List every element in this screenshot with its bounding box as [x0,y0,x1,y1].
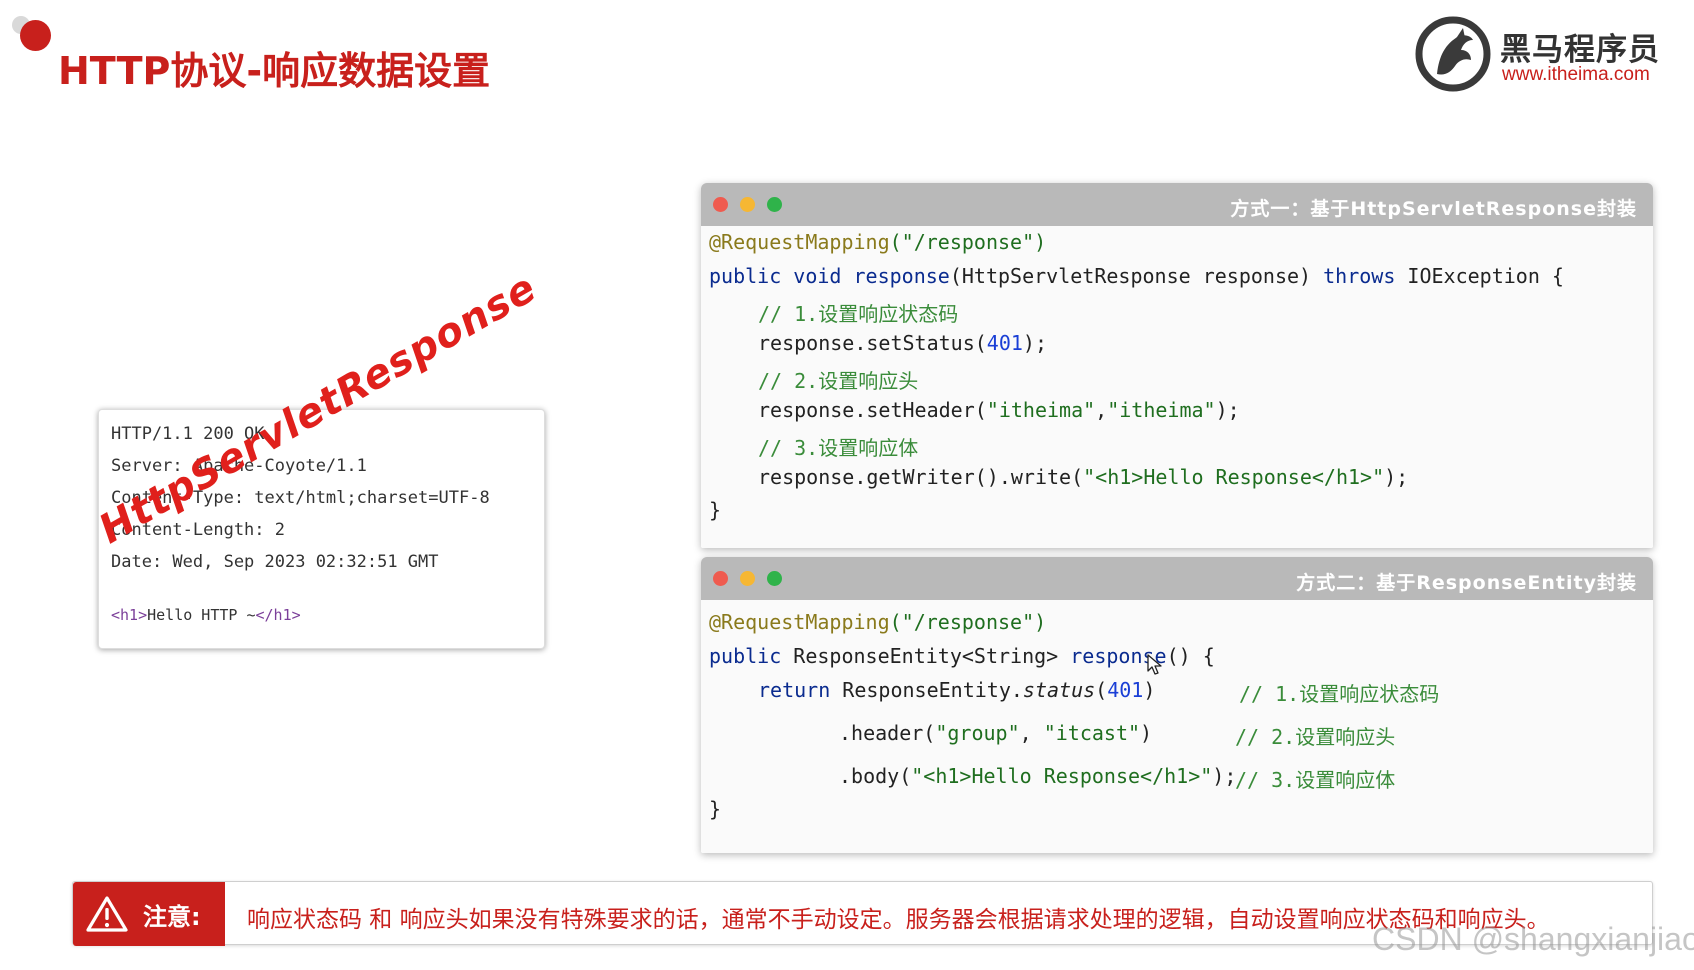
notice-label-box: 注意: [73,882,225,946]
keyword-public: public [709,264,782,288]
http-header-date: Date: Wed, Sep 2023 02:32:51 GMT [111,552,439,572]
method-one-title: 方式一：基于HttpServletResponse封装 [1230,198,1637,220]
code-line-write: response.getWriter().write("<h1>Hello Re… [758,465,1408,489]
http-body-text: Hello HTTP ~ [147,606,256,624]
set-status-call: response.setStatus( [758,331,987,355]
header-end: ) [1140,721,1153,745]
code-panel-titlebar: 方式二：基于ResponseEntity封装 [701,557,1653,600]
brand-url: www.itheima.com [1502,64,1650,85]
http-body: <h1>Hello HTTP ~</h1> [111,606,301,624]
mouse-cursor-icon [1147,654,1162,675]
code-close-brace: } [709,498,722,522]
header-value: "itcast" [1043,721,1141,745]
window-close-dot [713,571,728,586]
code-comment-body: // 3.设置响应体 [758,436,919,460]
write-arg: "<h1>Hello Response</h1>" [1083,465,1385,489]
method-end: () { [1166,644,1215,668]
window-maximize-dot [767,197,782,212]
code-comment-status: // 1.设置响应状态码 [1239,682,1440,706]
slide-title: HTTP协议-响应数据设置 [58,49,491,93]
notice-text: 响应状态码 和 响应头如果没有特殊要求的话，通常不手动设定。服务器会根据请求处理… [247,907,1550,933]
window-maximize-dot [767,571,782,586]
keyword-return: return [758,678,831,702]
body-call: .body( [839,764,912,788]
brand-logo: 黑马程序员 www.itheima.com [1415,14,1675,92]
code-line-1: @RequestMapping("/response") [709,610,1046,634]
horse-logo-icon [1415,16,1491,92]
header-key: "group" [935,721,1020,745]
write-end: ); [1384,465,1409,489]
write-call: response.getWriter().write( [758,465,1084,489]
code-line-return: return ResponseEntity.status(401) [758,678,1155,702]
http-body-tag-close: </h1> [255,606,301,624]
code-comment-status: // 1.设置响应状态码 [758,302,959,326]
code-line-body: .body("<h1>Hello Response</h1>"); [839,764,1236,788]
keyword-void: void [793,264,842,288]
annotation-arg: ("/response") [889,610,1047,634]
status-code: 401 [986,331,1023,355]
method-name: response [853,264,950,288]
code-panel-method-one: 方式一：基于HttpServletResponse封装 @RequestMapp… [701,183,1653,548]
status-method: status [1022,678,1096,702]
code-close-brace: } [709,797,722,821]
decor-dot-red [20,20,51,51]
keyword-public: public [709,644,782,668]
set-header-end: ); [1215,398,1240,422]
status-code: 401 [1107,678,1144,702]
code-line-2: public void response(HttpServletResponse… [709,264,1564,288]
exception-type: IOException { [1407,264,1564,288]
window-minimize-dot [740,197,755,212]
body-arg: "<h1>Hello Response</h1>" [911,764,1213,788]
csdn-watermark: CSDN @shangxianjiao [1372,921,1694,957]
header-call: .header( [839,721,936,745]
annotation-arg: ("/response") [889,230,1047,254]
entity-prefix: ResponseEntity. [842,678,1023,702]
http-response-sample: HTTP/1.1 200 OK Server: Apache-Coyote/1.… [98,409,545,649]
warning-triangle-icon [86,896,128,932]
return-type: ResponseEntity<String> [793,644,1059,668]
header-sep: , [1019,721,1044,745]
status-open: ( [1095,678,1108,702]
code-line-2: public ResponseEntity<String> response()… [709,644,1215,668]
code-body: @RequestMapping("/response") public void… [701,226,1653,548]
header-value: "itheima" [1107,398,1216,422]
code-comment-header: // 2.设置响应头 [1235,725,1396,749]
set-status-end: ); [1022,331,1047,355]
status-close: ) [1143,678,1156,702]
code-body: @RequestMapping("/response") public Resp… [701,600,1653,853]
window-minimize-dot [740,571,755,586]
method-params: (HttpServletResponse response) [949,264,1312,288]
code-line-set-header: response.setHeader("itheima","itheima"); [758,398,1240,422]
code-comment-header: // 2.设置响应头 [758,369,919,393]
set-header-call: response.setHeader( [758,398,987,422]
body-end: ); [1212,764,1237,788]
code-line-set-status: response.setStatus(401); [758,331,1047,355]
brand-name: 黑马程序员 [1500,32,1660,68]
header-sep: , [1095,398,1108,422]
annotation: @RequestMapping [709,610,890,634]
notice-label: 注意: [143,903,201,931]
code-panel-method-two: 方式二：基于ResponseEntity封装 @RequestMapping("… [701,557,1653,853]
annotation: @RequestMapping [709,230,890,254]
window-close-dot [713,197,728,212]
method-two-title: 方式二：基于ResponseEntity封装 [1296,572,1637,594]
code-comment-body: // 3.设置响应体 [1235,768,1396,792]
code-line-1: @RequestMapping("/response") [709,230,1046,254]
header-key: "itheima" [986,398,1096,422]
code-panel-titlebar: 方式一：基于HttpServletResponse封装 [701,183,1653,226]
code-line-header: .header("group", "itcast") [839,721,1152,745]
http-body-tag-open: <h1> [111,606,148,624]
keyword-throws: throws [1323,264,1396,288]
